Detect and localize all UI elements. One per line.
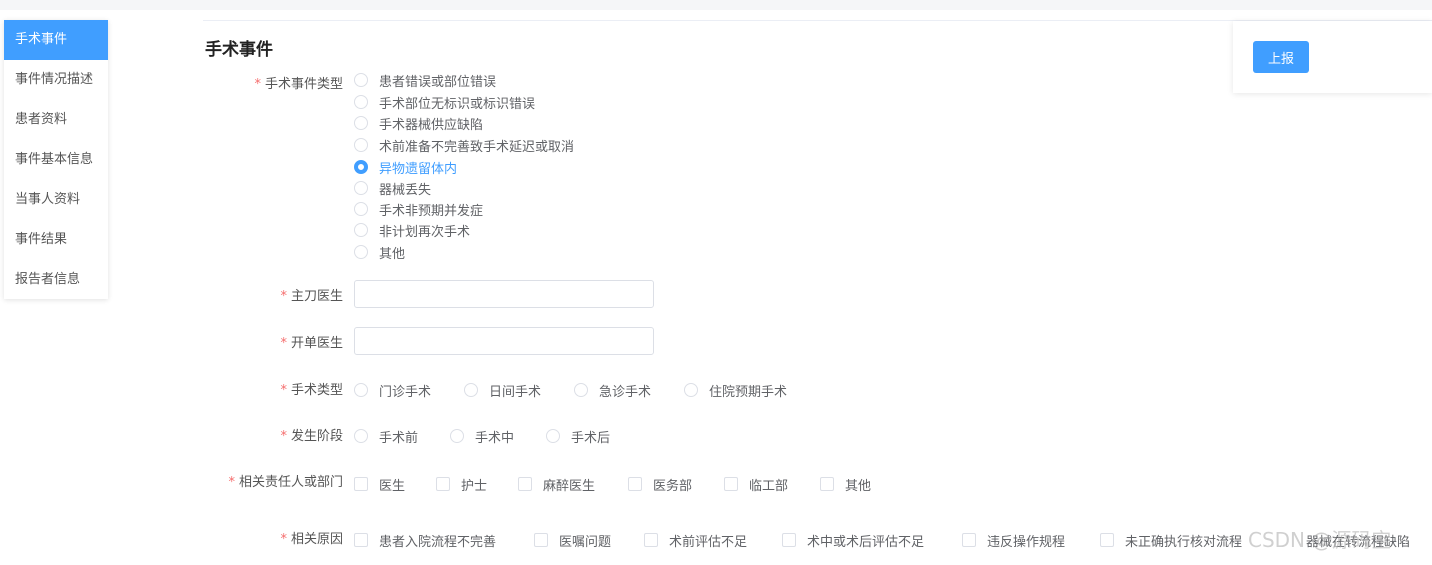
checkbox-icon[interactable] — [518, 477, 532, 491]
responsible-option[interactable]: 医生 — [354, 474, 405, 494]
checkbox-icon[interactable] — [782, 533, 796, 547]
event-type-option[interactable]: 术前准备不完善致手术延迟或取消 — [354, 135, 574, 155]
radio-icon[interactable] — [354, 181, 368, 195]
cause-option[interactable]: 患者入院流程不完善 — [354, 530, 496, 550]
radio-icon[interactable] — [464, 383, 478, 397]
surgery-type-option[interactable]: 住院预期手术 — [684, 380, 787, 400]
radio-icon[interactable] — [354, 383, 368, 397]
radio-icon[interactable] — [354, 73, 368, 87]
checkbox-icon[interactable] — [628, 477, 642, 491]
checkbox-icon[interactable] — [724, 477, 738, 491]
cause-option[interactable]: 医嘱问题 — [534, 530, 611, 550]
checkbox-icon[interactable] — [534, 533, 548, 547]
surgery-type-option[interactable]: 急诊手术 — [574, 380, 651, 400]
stage-label: * 发生阶段 — [280, 429, 343, 444]
sidebar-item-party-info[interactable]: 当事人资料 — [4, 180, 108, 220]
radio-icon[interactable] — [450, 429, 464, 443]
checkbox-icon[interactable] — [354, 477, 368, 491]
surgery-type-label: * 手术类型 — [280, 383, 343, 398]
radio-icon[interactable] — [354, 245, 368, 259]
event-type-option[interactable]: 手术非预期并发症 — [354, 199, 483, 219]
event-type-option[interactable]: 器械丢失 — [354, 178, 431, 198]
sidebar-item-event-description[interactable]: 事件情况描述 — [4, 60, 108, 100]
radio-checked-icon[interactable] — [354, 160, 368, 174]
sidebar-item-event-basic-info[interactable]: 事件基本信息 — [4, 140, 108, 180]
event-type-option[interactable]: 非计划再次手术 — [354, 220, 470, 240]
stage-option[interactable]: 手术中 — [450, 426, 514, 446]
cause-option[interactable]: 未正确执行核对流程 — [1100, 530, 1242, 550]
event-type-option-selected[interactable]: 异物遗留体内 — [354, 157, 457, 177]
radio-icon[interactable] — [354, 429, 368, 443]
chief-surgeon-label: * 主刀医生 — [280, 289, 343, 304]
responsible-option[interactable]: 临工部 — [724, 474, 788, 494]
surgery-type-option[interactable]: 门诊手术 — [354, 380, 431, 400]
top-strip — [0, 0, 1432, 10]
report-panel: 上报 — [1233, 21, 1432, 93]
cause-option[interactable]: 违反操作规程 — [962, 530, 1065, 550]
sidebar-item-reporter-info[interactable]: 报告者信息 — [4, 260, 108, 300]
responsible-label: * 相关责任人或部门 — [228, 475, 343, 490]
responsible-option[interactable]: 其他 — [820, 474, 871, 494]
radio-icon[interactable] — [546, 429, 560, 443]
radio-icon[interactable] — [684, 383, 698, 397]
cause-option[interactable]: 器械在转流程缺陷 — [1306, 530, 1410, 550]
checkbox-icon[interactable] — [820, 477, 834, 491]
cause-option[interactable]: 术中或术后评估不足 — [782, 530, 924, 550]
responsible-option[interactable]: 医务部 — [628, 474, 692, 494]
ordering-doctor-input[interactable] — [354, 327, 654, 355]
chief-surgeon-input[interactable] — [354, 280, 654, 308]
radio-icon[interactable] — [354, 95, 368, 109]
stage-option[interactable]: 手术前 — [354, 426, 418, 446]
responsible-option[interactable]: 护士 — [436, 474, 487, 494]
ordering-doctor-label: * 开单医生 — [280, 336, 343, 351]
report-button[interactable]: 上报 — [1253, 41, 1309, 73]
checkbox-icon[interactable] — [354, 533, 368, 547]
checkbox-icon[interactable] — [436, 477, 450, 491]
radio-icon[interactable] — [354, 202, 368, 216]
checkbox-icon[interactable] — [1100, 533, 1114, 547]
surgery-type-option[interactable]: 日间手术 — [464, 380, 541, 400]
sidebar-item-surgery-event[interactable]: 手术事件 — [4, 20, 108, 60]
radio-icon[interactable] — [354, 116, 368, 130]
event-type-option[interactable]: 患者错误或部位错误 — [354, 70, 496, 90]
event-type-label: * 手术事件类型 — [254, 77, 343, 92]
radio-icon[interactable] — [354, 223, 368, 237]
event-type-option[interactable]: 其他 — [354, 242, 405, 262]
radio-icon[interactable] — [574, 383, 588, 397]
cause-option[interactable]: 术前评估不足 — [644, 530, 747, 550]
section-title: 手术事件 — [205, 40, 273, 60]
sidebar-item-patient-info[interactable]: 患者资料 — [4, 100, 108, 140]
sidebar-item-event-result[interactable]: 事件结果 — [4, 220, 108, 260]
event-type-option[interactable]: 手术部位无标识或标识错误 — [354, 92, 535, 112]
radio-icon[interactable] — [354, 138, 368, 152]
sidebar-nav: 手术事件 事件情况描述 患者资料 事件基本信息 当事人资料 事件结果 报告者信息 — [4, 20, 108, 299]
event-type-option[interactable]: 手术器械供应缺陷 — [354, 113, 483, 133]
responsible-option[interactable]: 麻醉医生 — [518, 474, 595, 494]
stage-option[interactable]: 手术后 — [546, 426, 610, 446]
checkbox-icon[interactable] — [962, 533, 976, 547]
checkbox-icon[interactable] — [644, 533, 658, 547]
causes-label: * 相关原因 — [280, 532, 343, 547]
